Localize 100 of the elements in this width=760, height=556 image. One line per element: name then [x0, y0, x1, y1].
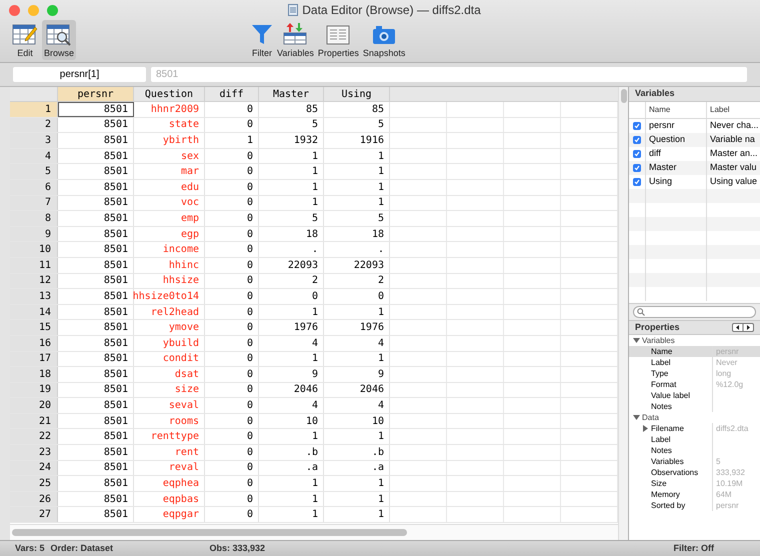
row-number[interactable]: 21	[10, 414, 58, 428]
row-number[interactable]: 15	[10, 320, 58, 335]
row-number[interactable]: 2	[10, 118, 58, 132]
table-cell: 5	[259, 118, 324, 132]
row-number[interactable]: 23	[10, 445, 58, 460]
close-window-button[interactable]	[9, 4, 20, 16]
property-row[interactable]: Value label	[629, 390, 760, 401]
mode-button[interactable]: Edit	[8, 20, 42, 60]
row-number[interactable]: 20	[10, 398, 58, 413]
group-title[interactable]: Data	[642, 412, 659, 424]
row-number[interactable]: 8	[10, 211, 58, 226]
property-row[interactable]: Size 10.19M	[629, 478, 760, 489]
property-row[interactable]: Filename diffs2.dta	[629, 423, 760, 434]
checkbox[interactable]	[633, 178, 641, 186]
checkbox[interactable]	[633, 150, 641, 158]
table-cell: 1	[259, 429, 324, 444]
table-cell: 8501	[58, 367, 134, 382]
variable-label: Never cha...	[709, 119, 760, 132]
table-cell: 1976	[259, 320, 324, 335]
property-value: 5	[715, 456, 720, 467]
property-row[interactable]: Notes	[629, 401, 760, 412]
group-title[interactable]: Variables	[642, 335, 675, 346]
row-number[interactable]: 6	[10, 180, 58, 195]
toolbar-button[interactable]: Filter	[249, 20, 275, 60]
column-header[interactable]: Label	[707, 102, 760, 118]
row-number[interactable]: 19	[10, 382, 58, 398]
table-cell: 1	[324, 507, 390, 522]
row-number[interactable]: 25	[10, 476, 58, 491]
row-number[interactable]: 26	[10, 492, 58, 506]
property-row[interactable]: Format %12.0g	[629, 379, 760, 390]
table-cell: 18	[324, 226, 390, 242]
table-cell: 10	[324, 414, 390, 428]
row-number[interactable]: 3	[10, 133, 58, 148]
row-number[interactable]: 22	[10, 429, 58, 444]
row-number[interactable]: 16	[10, 336, 58, 350]
row-number[interactable]: 1	[10, 102, 58, 117]
property-row[interactable]: Variables 5	[629, 456, 760, 467]
table-cell: 8501	[58, 492, 134, 506]
row-number[interactable]: 12	[10, 274, 58, 288]
table-cell: 2	[324, 274, 390, 288]
column-header[interactable]: diff	[205, 87, 259, 101]
table-cell: 2046	[324, 382, 390, 398]
column-header[interactable]: Master	[259, 87, 324, 101]
property-row[interactable]: Type long	[629, 368, 760, 379]
toolbar-button[interactable]: Snapshots	[360, 20, 408, 60]
toolbar-button[interactable]: Properties	[316, 20, 361, 60]
row-number[interactable]: 14	[10, 304, 58, 320]
search-field[interactable]	[633, 306, 756, 318]
row-number[interactable]: 11	[10, 258, 58, 273]
table-cell: 1	[259, 180, 324, 195]
table-cell: 8501	[58, 133, 134, 148]
expanded-triangle-icon[interactable]	[633, 414, 640, 421]
row-number[interactable]: 4	[10, 148, 58, 164]
table-cell: 0	[205, 492, 259, 506]
row-number[interactable]: 27	[10, 507, 58, 522]
table-cell: income	[134, 242, 205, 257]
table-cell: state	[134, 118, 205, 132]
table-cell: 0	[205, 164, 259, 179]
mode-button[interactable]: Browse	[42, 20, 76, 60]
row-number[interactable]: 5	[10, 164, 58, 179]
expanded-triangle-icon[interactable]	[633, 337, 640, 344]
navigation-arrows-icon[interactable]	[732, 323, 754, 332]
table-cell: reval	[134, 460, 205, 476]
table-cell: 1932	[259, 133, 324, 148]
property-row[interactable]: Observations 333,932	[629, 467, 760, 478]
table-cell: mar	[134, 164, 205, 179]
collapsed-triangle-icon[interactable]	[642, 425, 649, 432]
row-number[interactable]: 9	[10, 226, 58, 242]
row-number[interactable]: 17	[10, 352, 58, 366]
property-value: %12.0g	[715, 379, 744, 390]
horizontal-scrollbar[interactable]	[12, 529, 407, 536]
table-cell: 8501	[58, 148, 134, 164]
property-name: Format	[650, 378, 676, 390]
row-number[interactable]: 13	[10, 289, 58, 304]
table-cell: 0	[205, 274, 259, 288]
row-number[interactable]: 7	[10, 196, 58, 210]
row-number[interactable]: 24	[10, 460, 58, 476]
checkbox[interactable]	[633, 122, 641, 130]
property-row[interactable]: Label	[629, 434, 760, 445]
variable-name[interactable]: Master	[646, 161, 707, 175]
cell-name-field[interactable]: persnr[1]	[13, 67, 146, 82]
column-header[interactable]: Name	[646, 102, 707, 118]
property-row[interactable]: Memory 64M	[629, 489, 760, 500]
property-row[interactable]: Label Never	[629, 357, 760, 368]
row-number[interactable]: 18	[10, 367, 58, 382]
row-number[interactable]: 10	[10, 242, 58, 257]
vertical-scrollbar[interactable]	[620, 89, 626, 103]
table-cell: 1	[259, 164, 324, 179]
property-row[interactable]: Sorted by persnr	[629, 500, 760, 511]
column-header[interactable]: Question	[134, 87, 205, 101]
checkbox[interactable]	[633, 164, 641, 172]
table-magnifier-icon	[46, 22, 72, 46]
table-cell: 0	[205, 102, 259, 117]
toolbar-button[interactable]: Variables	[275, 20, 316, 60]
property-row[interactable]: Notes	[629, 445, 760, 456]
checkbox[interactable]	[633, 136, 641, 144]
column-header[interactable]: Using	[324, 87, 390, 101]
variable-name[interactable]: Question	[646, 133, 707, 147]
column-header[interactable]: persnr	[58, 87, 134, 101]
table-cell: 0	[205, 429, 259, 444]
